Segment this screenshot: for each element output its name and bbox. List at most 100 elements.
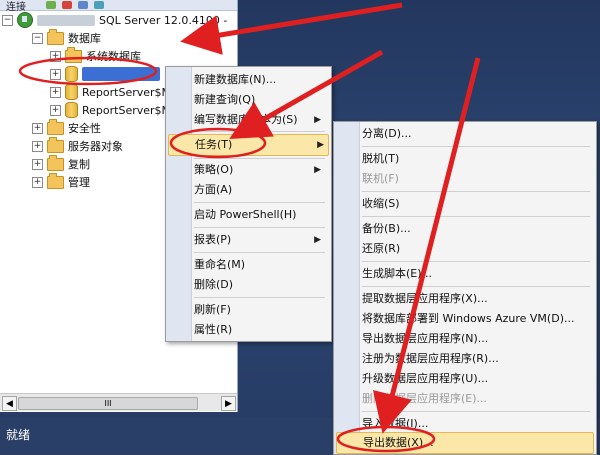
- menu-item-deploy-azure-vm[interactable]: 将数据库部署到 Windows Azure VM(D)...: [362, 309, 590, 329]
- folder-icon: [47, 136, 64, 153]
- submenu-arrow-icon: ▶: [314, 115, 321, 125]
- menu-separator: [194, 131, 325, 132]
- menu-item-detach[interactable]: 分离(D)...: [362, 124, 590, 144]
- menu-item-policies[interactable]: 策略(O) ▶: [194, 160, 325, 180]
- menu-item-new-query[interactable]: 新建查询(Q): [194, 90, 325, 110]
- menu-item-tasks[interactable]: 任务(T) ▶: [168, 134, 329, 156]
- menu-item-export-data[interactable]: 导出数据(X)...: [336, 432, 594, 454]
- report-server-2-label: ReportServer$M: [82, 103, 172, 117]
- database-icon: [65, 66, 78, 82]
- tree-node-databases[interactable]: − 数据库: [32, 28, 101, 47]
- expand-icon[interactable]: +: [50, 86, 61, 98]
- disconnect-icon[interactable]: [62, 1, 72, 9]
- menu-separator: [194, 158, 325, 159]
- menu-item-import-data[interactable]: 导入数据(I)...: [362, 414, 590, 434]
- scroll-left-icon[interactable]: ◀: [2, 396, 17, 411]
- database-icon: [65, 84, 78, 100]
- menu-item-extract-data-tier[interactable]: 提取数据层应用程序(X)...: [362, 289, 590, 309]
- policies-label: 策略(O): [194, 163, 234, 176]
- menu-item-new-database[interactable]: 新建数据库(N)...: [194, 70, 325, 90]
- menu-item-reports[interactable]: 报表(P) ▶: [194, 230, 325, 250]
- collapse-icon[interactable]: −: [32, 32, 43, 44]
- menu-separator: [194, 297, 325, 298]
- tree-node-system-databases[interactable]: + 系统数据库: [50, 46, 141, 65]
- menu-gutter: [334, 122, 360, 454]
- menu-item-bring-online: 联机(F): [362, 172, 399, 185]
- menu-separator: [194, 227, 325, 228]
- menu-separator: [362, 146, 590, 147]
- tree-node-report-server-2[interactable]: + ReportServer$M: [50, 101, 171, 119]
- server-icon: [17, 12, 33, 28]
- menu-item-backup[interactable]: 备份(B)...: [362, 219, 590, 239]
- menu-separator: [362, 261, 590, 262]
- databases-label: 数据库: [68, 32, 101, 45]
- menu-item-facets[interactable]: 方面(A): [194, 180, 325, 200]
- server-name-redacted: [37, 14, 95, 26]
- server-label: SQL Server 12.0.4100 -: [99, 13, 228, 27]
- menu-separator: [362, 286, 590, 287]
- management-label: 管理: [68, 176, 90, 189]
- expand-icon[interactable]: +: [32, 140, 43, 152]
- menu-separator: [362, 411, 590, 412]
- collapse-icon[interactable]: −: [2, 14, 13, 26]
- expand-icon[interactable]: +: [32, 158, 43, 170]
- refresh-icon[interactable]: [94, 1, 104, 9]
- menu-item-export-data-tier[interactable]: 导出数据层应用程序(N)...: [362, 329, 590, 349]
- tree-node-management[interactable]: + 管理: [32, 172, 90, 191]
- tree-node-replication[interactable]: + 复制: [32, 154, 90, 173]
- tree-node-security[interactable]: + 安全性: [32, 118, 101, 137]
- expand-icon[interactable]: +: [50, 104, 61, 116]
- menu-separator: [362, 191, 590, 192]
- tasks-submenu: 分离(D)... 脱机(T) 联机(F) 收缩(S) 备份(B)... 还原(R…: [333, 121, 597, 455]
- menu-item-start-powershell[interactable]: 启动 PowerShell(H): [194, 205, 325, 225]
- tree-node-server[interactable]: − SQL Server 12.0.4100 -: [2, 11, 227, 29]
- menu-item-generate-scripts[interactable]: 生成脚本(E)...: [362, 264, 590, 284]
- menu-item-delete[interactable]: 删除(D): [194, 275, 325, 295]
- menu-item-properties[interactable]: 属性(R): [194, 320, 325, 340]
- object-explorer-toolbar: 连接: [0, 0, 237, 13]
- scroll-right-icon[interactable]: ▶: [221, 396, 236, 411]
- expand-icon[interactable]: +: [50, 68, 61, 80]
- filter-icon[interactable]: [78, 1, 88, 9]
- menu-item-register-data-tier[interactable]: 注册为数据层应用程序(R)...: [362, 349, 590, 369]
- menu-item-rename[interactable]: 重命名(M): [194, 255, 325, 275]
- expand-icon[interactable]: +: [50, 50, 61, 62]
- folder-icon: [65, 46, 82, 63]
- server-objects-label: 服务器对象: [68, 140, 123, 153]
- tree-node-selected-database[interactable]: +: [50, 65, 160, 83]
- folder-icon: [47, 172, 64, 189]
- menu-item-script-database[interactable]: 编写数据库脚本为(S) ▶: [194, 110, 325, 130]
- tree-node-report-server-1[interactable]: + ReportServer$M: [50, 83, 171, 101]
- menu-item-shrink[interactable]: 收缩(S): [362, 194, 590, 214]
- status-text: 就绪: [6, 428, 31, 442]
- database-icon: [65, 102, 78, 118]
- scrollbar-thumb[interactable]: III: [18, 397, 198, 410]
- selected-database-name-redacted: [82, 67, 160, 81]
- expand-icon[interactable]: +: [32, 176, 43, 188]
- folder-icon: [47, 28, 64, 45]
- menu-item-upgrade-data-tier[interactable]: 升级数据层应用程序(U)...: [362, 369, 590, 389]
- horizontal-scrollbar[interactable]: ◀ III ▶: [0, 393, 237, 411]
- submenu-arrow-icon: ▶: [314, 165, 321, 175]
- script-database-label: 编写数据库脚本为(S): [194, 113, 298, 126]
- menu-separator: [194, 202, 325, 203]
- submenu-arrow-icon: ▶: [314, 235, 321, 245]
- menu-separator: [362, 216, 590, 217]
- expand-icon[interactable]: +: [32, 122, 43, 134]
- reports-label: 报表(P): [194, 233, 232, 246]
- replication-label: 复制: [68, 158, 90, 171]
- menu-item-restore[interactable]: 还原(R): [362, 239, 590, 259]
- new-query-icon[interactable]: [46, 1, 56, 9]
- tree-node-server-objects[interactable]: + 服务器对象: [32, 136, 123, 155]
- menu-gutter: [166, 67, 192, 341]
- tasks-label: 任务(T): [195, 138, 233, 151]
- folder-icon: [47, 154, 64, 171]
- database-context-menu: 新建数据库(N)... 新建查询(Q) 编写数据库脚本为(S) ▶ 任务(T) ▶ …: [165, 66, 332, 342]
- menu-separator: [194, 252, 325, 253]
- menu-item-delete-data-tier: 删除数据层应用程序(E)...: [362, 392, 488, 405]
- menu-item-take-offline[interactable]: 脱机(T): [362, 149, 590, 169]
- report-server-1-label: ReportServer$M: [82, 85, 172, 99]
- submenu-arrow-icon: ▶: [317, 140, 324, 150]
- folder-icon: [47, 118, 64, 135]
- menu-item-refresh[interactable]: 刷新(F): [194, 300, 325, 320]
